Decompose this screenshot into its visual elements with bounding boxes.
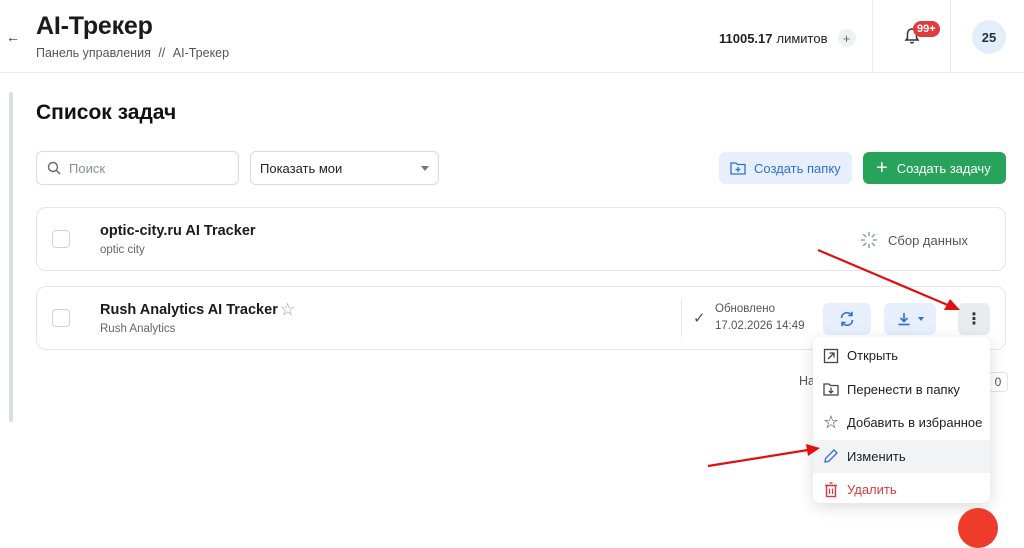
task-title[interactable]: Rush Analytics AI Tracker bbox=[100, 302, 278, 318]
annotation-arrow bbox=[707, 448, 809, 468]
task-status: Сбор данных bbox=[860, 231, 968, 249]
context-menu: Открыть Перенести в папку ☆ Добавить в и… bbox=[813, 337, 990, 503]
avatar[interactable]: 25 bbox=[972, 20, 1006, 54]
updated-date: 17.02.2026 14:49 bbox=[715, 320, 805, 332]
section-title: Список задач bbox=[36, 101, 177, 124]
updated-label: Обновлено bbox=[715, 303, 775, 315]
header-divider bbox=[950, 0, 951, 73]
header-divider bbox=[872, 0, 873, 73]
star-icon: ☆ bbox=[822, 412, 840, 433]
menu-item-label: Добавить в избранное bbox=[847, 415, 983, 431]
check-icon: ✓ bbox=[693, 310, 706, 327]
menu-item-open[interactable]: Открыть bbox=[813, 339, 990, 373]
refresh-button[interactable] bbox=[823, 303, 871, 335]
menu-item-edit[interactable]: Изменить bbox=[813, 439, 990, 473]
task-title[interactable]: optic-city.ru AI Tracker bbox=[100, 223, 256, 239]
task-subtitle: optic city bbox=[100, 244, 145, 256]
row-checkbox[interactable] bbox=[52, 230, 70, 248]
chat-widget-button[interactable] bbox=[958, 508, 998, 548]
menu-item-label: Открыть bbox=[847, 348, 899, 364]
notification-badge: 99+ bbox=[913, 21, 940, 37]
add-limits-button[interactable]: + bbox=[837, 29, 856, 47]
app-header: ← AI-Трекер Панель управления // AI-Трек… bbox=[0, 0, 1024, 73]
star-icon[interactable]: ☆ bbox=[280, 300, 295, 320]
status-divider bbox=[681, 299, 682, 337]
page-title: AI-Трекер bbox=[36, 12, 153, 40]
filter-select[interactable]: Показать мои bbox=[250, 151, 439, 185]
menu-item-delete[interactable]: Удалить bbox=[813, 473, 990, 507]
menu-item-move-to-folder[interactable]: Перенести в папку bbox=[813, 373, 990, 407]
filter-selected-value: Показать мои bbox=[260, 160, 343, 176]
breadcrumb: Панель управления // AI-Трекер bbox=[36, 46, 233, 60]
folder-plus-icon bbox=[730, 162, 746, 175]
create-task-label: Создать задачу bbox=[896, 160, 991, 176]
limits-counter: 11005.17 лимитов + bbox=[719, 29, 856, 47]
menu-item-add-favorite[interactable]: ☆ Добавить в избранное bbox=[813, 406, 990, 440]
create-folder-button[interactable]: Создать папку bbox=[719, 152, 852, 184]
menu-item-label: Удалить bbox=[847, 482, 897, 498]
limits-value: 11005.17 bbox=[719, 30, 773, 46]
breadcrumb-item-current: AI-Трекер bbox=[172, 46, 230, 60]
search-box[interactable] bbox=[36, 151, 239, 185]
pencil-icon bbox=[821, 448, 841, 464]
pagination-page[interactable]: 0 bbox=[988, 372, 1008, 392]
task-row[interactable]: optic-city.ru AI Tracker optic city Сбор… bbox=[36, 207, 1006, 271]
task-status-label: Сбор данных bbox=[888, 232, 968, 248]
more-actions-button[interactable]: ⋮ bbox=[958, 303, 990, 335]
task-subtitle: Rush Analytics bbox=[100, 323, 176, 335]
plus-icon: + bbox=[876, 157, 888, 179]
trash-icon bbox=[821, 482, 841, 498]
download-button[interactable] bbox=[884, 303, 936, 335]
create-task-button[interactable]: + Создать задачу bbox=[863, 152, 1006, 184]
download-icon bbox=[898, 313, 910, 326]
breadcrumb-item-dashboard[interactable]: Панель управления bbox=[36, 46, 151, 60]
search-icon bbox=[47, 161, 61, 175]
limits-label: лимитов bbox=[776, 30, 828, 46]
chevron-down-icon bbox=[421, 165, 429, 171]
search-input[interactable] bbox=[69, 160, 219, 176]
open-external-icon bbox=[821, 348, 841, 364]
back-arrow-icon[interactable]: ← bbox=[2, 26, 24, 48]
spinner-icon bbox=[860, 231, 878, 249]
chevron-down-icon bbox=[918, 317, 924, 321]
breadcrumb-separator: // bbox=[158, 46, 166, 60]
move-folder-icon bbox=[821, 382, 841, 396]
scrollbar[interactable] bbox=[9, 92, 13, 422]
refresh-icon bbox=[840, 311, 854, 327]
kebab-icon: ⋮ bbox=[966, 311, 982, 328]
create-folder-label: Создать папку bbox=[754, 160, 841, 176]
menu-item-label: Изменить bbox=[847, 448, 906, 464]
row-checkbox[interactable] bbox=[52, 309, 70, 327]
menu-item-label: Перенести в папку bbox=[847, 381, 960, 397]
